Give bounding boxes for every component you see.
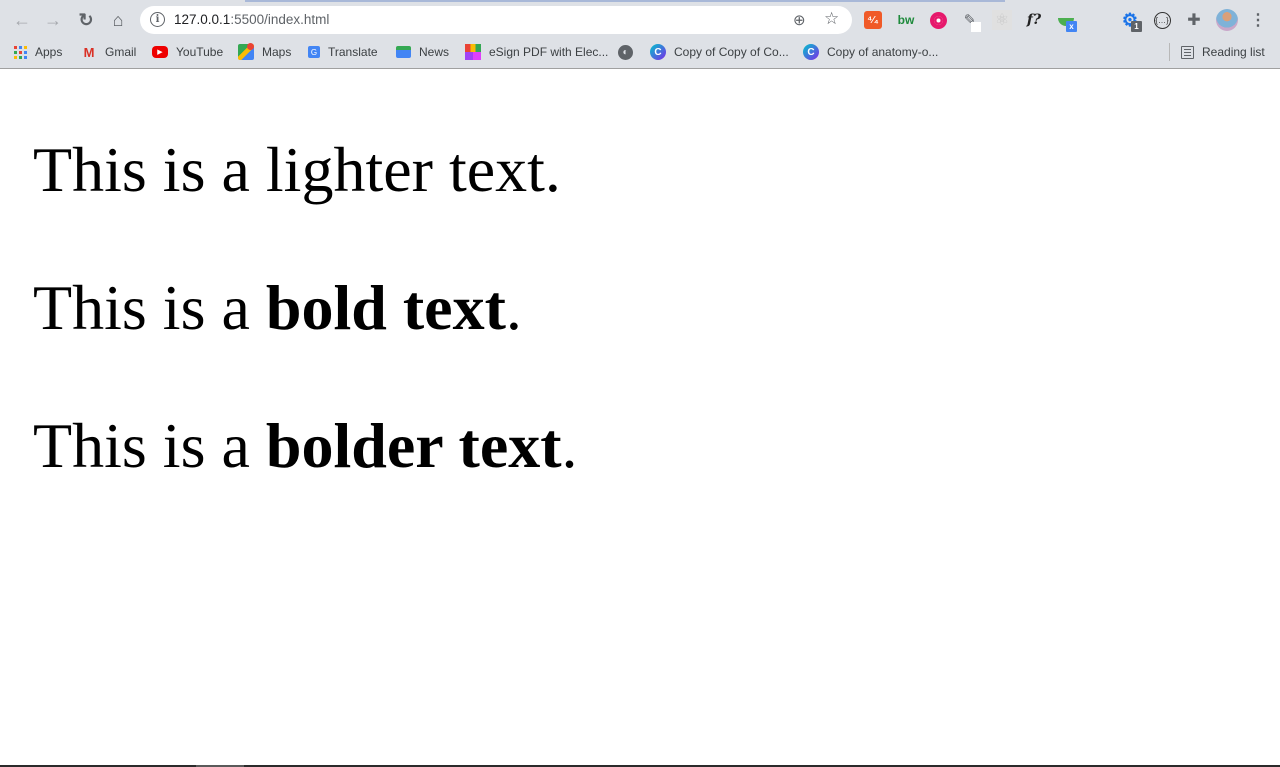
active-tab-edge [245,0,1005,2]
profile-avatar[interactable] [1216,9,1238,31]
line-suffix: . [505,272,522,343]
bookmark-label: Copy of Copy of Co... [674,45,789,59]
bookmark-label: eSign PDF with Elec... [489,45,609,59]
lighter-text-line: This is a lighter text. [33,138,561,202]
reload-button[interactable]: ↻ [73,7,99,33]
translate-icon: G [308,46,320,58]
forward-button[interactable]: → [40,7,66,33]
url-host: 127.0.0.1 [174,12,231,27]
url-path: :5500/index.html [230,12,330,27]
lighter-text: lighter text [265,134,545,205]
esign-icon [465,44,481,60]
home-button[interactable]: ⌂ [105,7,131,33]
page-content: This is a lighter text. This is a bold t… [0,70,1280,765]
bookmark-copy-1[interactable]: C Copy of Copy of Co... [650,43,789,61]
bw-extension-icon[interactable]: bw [896,10,916,30]
youtube-icon: ▶ [152,46,168,58]
line-suffix: . [544,134,561,205]
bookmark-label: Gmail [105,45,137,59]
bookmark-gmail[interactable]: M Gmail [81,43,137,61]
bookmark-globe[interactable]: ◐ [618,43,633,61]
url-text[interactable]: 127.0.0.1:5500/index.html [174,12,329,27]
bookmark-apps[interactable]: Apps [14,43,62,61]
bolder-text: bolder text [265,410,562,481]
bold-text: bold text [265,272,506,343]
devtools-extension-icon[interactable]: {…} [1152,10,1172,30]
bookmark-maps[interactable]: Maps [238,43,291,61]
bookmarks-separator [1169,43,1170,61]
bookmark-label: YouTube [176,45,224,59]
eyedropper-extension-icon[interactable]: ✎ [960,10,981,32]
site-info-icon[interactable]: i [150,12,165,27]
bookmark-youtube[interactable]: ▶ YouTube [152,43,223,61]
maps-icon [238,43,254,60]
reading-list-button[interactable]: Reading list [1181,43,1265,61]
line-suffix: . [561,410,578,481]
extensions-puzzle-icon[interactable]: ✚ [1184,10,1204,30]
line-prefix: This is a [33,134,266,205]
bookmark-news[interactable]: News [396,43,449,61]
back-button[interactable]: ← [9,7,35,33]
bookmark-esign[interactable]: eSign PDF with Elec... [465,43,608,61]
arrow-left-icon: ← [13,9,31,30]
bookmarks-bar: Apps M Gmail ▶ YouTube Maps G Translate … [0,36,1280,69]
zoom-icon[interactable]: ⊕ [793,11,806,29]
address-bar[interactable]: i 127.0.0.1:5500/index.html ⊕ ☆ [140,6,852,34]
reading-list-icon [1181,45,1194,59]
news-icon [396,46,411,58]
line-prefix: This is a [33,410,266,481]
bookmark-label: Maps [262,45,292,59]
bookmark-label: News [419,45,450,59]
bookmark-label: Translate [328,45,378,59]
gmail-icon: M [83,44,95,60]
bookmark-copy-2[interactable]: C Copy of anatomy-o... [803,43,938,61]
bookmark-label: Copy of anatomy-o... [827,45,939,59]
settings-extension-icon[interactable]: ⚙ 1 [1120,10,1142,32]
react-devtools-icon[interactable]: ⚛ [992,10,1012,30]
line-prefix: This is a [33,272,266,343]
bookmark-translate[interactable]: G Translate [308,43,378,61]
bookmark-star-icon[interactable]: ☆ [824,9,839,29]
colorpicker-extension-icon[interactable] [1088,12,1103,27]
whatfont-icon[interactable]: f? [1024,10,1044,30]
reload-icon: ↻ [78,9,94,30]
browser-menu-icon[interactable]: ⋮ [1250,9,1266,31]
globe-icon: ◐ [618,44,633,60]
canva-icon: C [803,44,819,60]
reading-list-label: Reading list [1202,45,1265,59]
bold-text-line: This is a bold text. [33,276,522,340]
eye-extension-icon[interactable] [928,10,948,30]
text-extension-icon[interactable]: ⁴⁄₄ [864,11,882,29]
canva-icon: C [650,44,666,60]
excel-extension-icon[interactable]: x [1056,10,1077,32]
apps-grid-icon [14,45,27,59]
arrow-right-icon: → [44,9,62,30]
bookmark-label: Apps [35,45,63,59]
home-icon: ⌂ [112,9,124,30]
bolder-text-line: This is a bolder text. [33,414,578,478]
browser-toolbar: ← → ↻ ⌂ i 127.0.0.1:5500/index.html ⊕ ☆ … [0,3,1280,36]
